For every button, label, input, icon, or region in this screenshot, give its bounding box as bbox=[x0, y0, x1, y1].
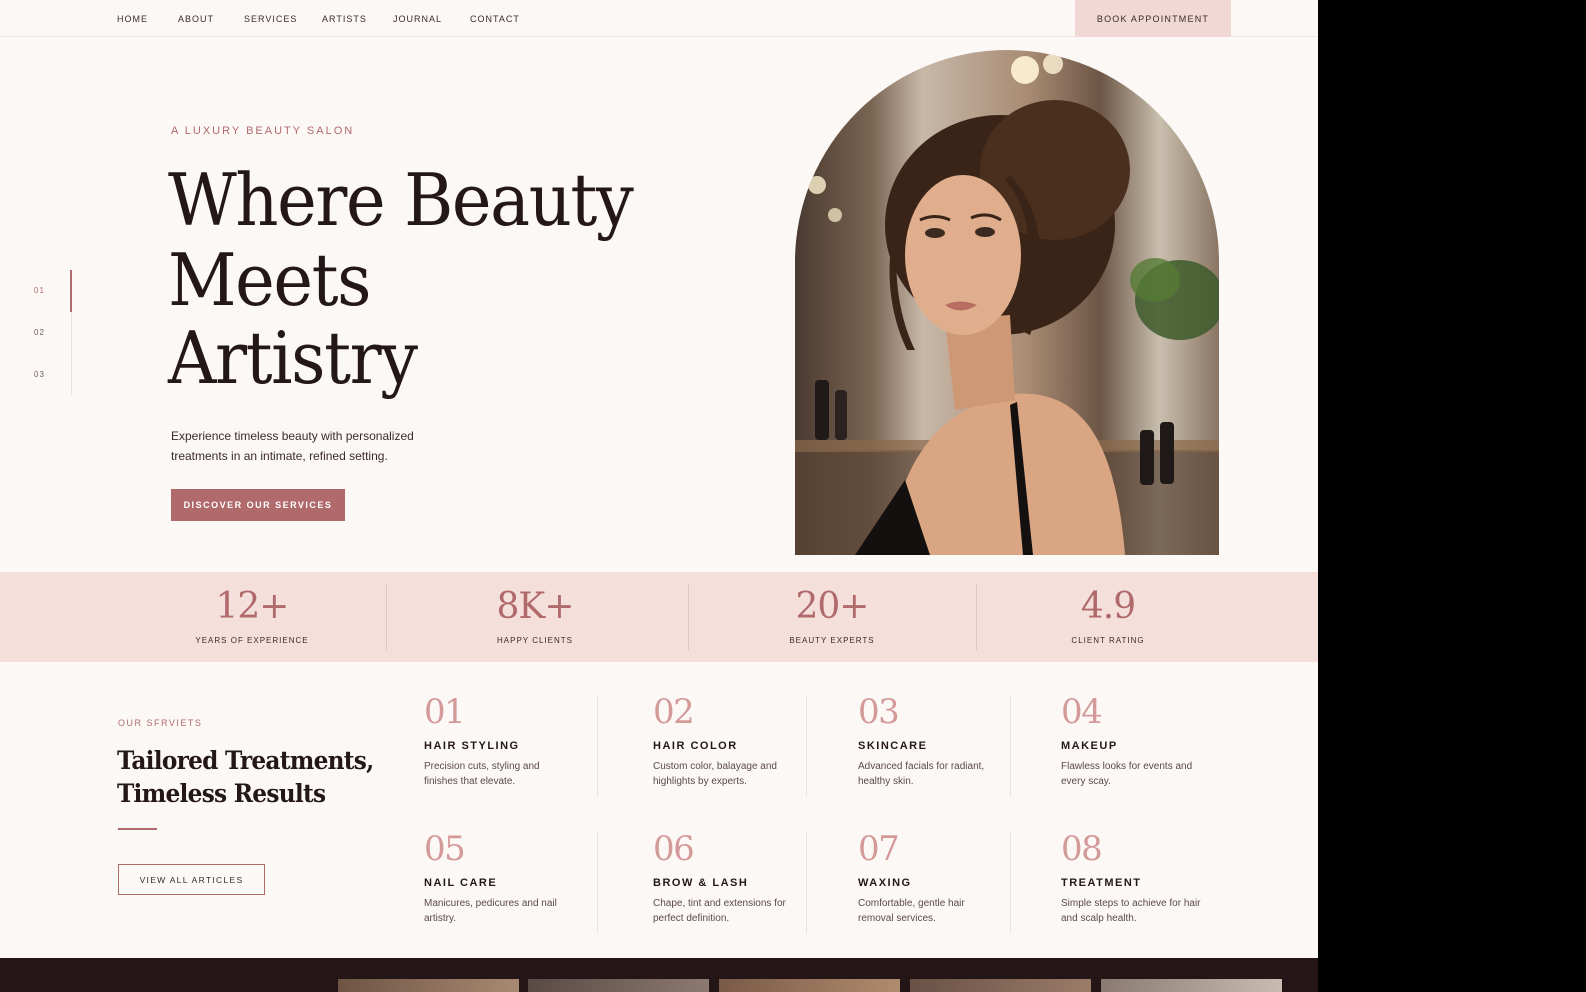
hero-title-line-3: Artistry bbox=[168, 316, 418, 400]
hero-title-line-2: Meets bbox=[168, 238, 372, 322]
service-description: Advanced facials for radiant, healthy sk… bbox=[858, 761, 985, 787]
hero-portrait-image bbox=[795, 50, 1219, 555]
service-number: 05 bbox=[424, 829, 466, 869]
service-treatment[interactable]: 08 TREATMENT Simple steps to achieve for… bbox=[1061, 829, 1241, 939]
hero-subtitle-line-1: Experience timeless beauty with personal… bbox=[171, 429, 414, 443]
slide-indicator-3[interactable]: 03 bbox=[34, 370, 45, 379]
gallery-thumbnail[interactable] bbox=[910, 979, 1091, 992]
gallery-thumbnail[interactable] bbox=[719, 979, 900, 992]
stat-divider bbox=[688, 584, 689, 650]
services-eyebrow: OUR SFRVIETS bbox=[118, 718, 203, 728]
stat-label: HAPPY CLIENTS bbox=[497, 636, 573, 645]
stat-divider bbox=[976, 584, 977, 650]
service-waxing[interactable]: 07 WAXING Comfortable, gentle hair remov… bbox=[858, 829, 1038, 939]
service-number: 03 bbox=[858, 692, 900, 732]
nav-link-services[interactable]: SERVICES bbox=[244, 14, 297, 24]
nav-link-artists[interactable]: ARTISTS bbox=[322, 14, 367, 24]
stat-rating: 4.9 CLIENT RATING bbox=[1008, 572, 1208, 662]
service-description: Simple steps to achieve for hair and sca… bbox=[1061, 898, 1201, 924]
service-description: Chape, tint and extensions for perfect d… bbox=[653, 898, 786, 924]
service-number: 06 bbox=[653, 829, 695, 869]
service-number: 01 bbox=[424, 692, 466, 732]
stat-label: CLIENT RATING bbox=[1071, 636, 1145, 645]
service-hair-styling[interactable]: 01 HAIR STYLING Precision cuts, styling … bbox=[424, 692, 604, 802]
service-divider bbox=[1010, 695, 1011, 797]
service-divider bbox=[597, 695, 598, 797]
nav-link-about[interactable]: ABOUT bbox=[178, 14, 214, 24]
service-number: 04 bbox=[1061, 692, 1103, 732]
service-description: Custom color, balayage and highlights by… bbox=[653, 761, 777, 787]
service-description: Manicures, pedicures and nail artistry. bbox=[424, 898, 557, 924]
service-name: MAKEUP bbox=[1061, 740, 1118, 752]
stat-experts: 20+ BEAUTY EXPERTS bbox=[732, 572, 932, 662]
stat-value: 20+ bbox=[795, 586, 870, 627]
service-divider bbox=[597, 832, 598, 934]
service-description: Comfortable, gentle hair removal service… bbox=[858, 898, 965, 924]
stat-label: YEARS OF EXPERIENCE bbox=[195, 636, 309, 645]
service-number: 02 bbox=[653, 692, 695, 732]
nav-link-home[interactable]: HOME bbox=[117, 14, 148, 24]
service-makeup[interactable]: 04 MAKEUP Flawless looks for events and … bbox=[1061, 692, 1241, 802]
nav-link-contact[interactable]: CONTACT bbox=[470, 14, 520, 24]
stat-value: 4.9 bbox=[1080, 586, 1136, 627]
service-name: HAIR STYLING bbox=[424, 740, 520, 752]
gallery-thumbnail[interactable] bbox=[338, 979, 519, 992]
stat-divider bbox=[386, 584, 387, 650]
stat-clients: 8K+ HAPPY CLIENTS bbox=[435, 572, 635, 662]
service-name: TREATMENT bbox=[1061, 877, 1142, 889]
services-title-line-2: Timeless Results bbox=[117, 779, 326, 808]
slide-indicator-2[interactable]: 02 bbox=[34, 328, 45, 337]
service-nail-care[interactable]: 05 NAIL CARE Manicures, pedicures and na… bbox=[424, 829, 604, 939]
hero-subtitle-line-2: treatments in an intimate, refined setti… bbox=[171, 449, 388, 463]
service-number: 08 bbox=[1061, 829, 1103, 869]
view-all-articles-button[interactable]: VIEW ALL ARTICLES bbox=[118, 864, 265, 895]
stat-value: 12+ bbox=[215, 586, 290, 627]
stat-label: BEAUTY EXPERTS bbox=[789, 636, 875, 645]
stats-band: 12+ YEARS OF EXPERIENCE 8K+ HAPPY CLIENT… bbox=[0, 572, 1318, 662]
gallery-thumbnail[interactable] bbox=[1101, 979, 1282, 992]
slide-active-bar bbox=[70, 270, 72, 312]
service-name: NAIL CARE bbox=[424, 877, 498, 889]
stat-years: 12+ YEARS OF EXPERIENCE bbox=[152, 572, 352, 662]
nav-link-journal[interactable]: JOURNAL bbox=[393, 14, 442, 24]
service-divider bbox=[806, 695, 807, 797]
service-description: Precision cuts, styling and finishes tha… bbox=[424, 761, 540, 787]
service-number: 07 bbox=[858, 829, 900, 869]
gallery-thumbnail[interactable] bbox=[528, 979, 709, 992]
discover-services-button[interactable]: DISCOVER OUR SERVICES bbox=[171, 489, 345, 521]
service-skincare[interactable]: 03 SKINCARE Advanced facials for radiant… bbox=[858, 692, 1038, 802]
services-title-line-1: Tailored Treatments, bbox=[117, 746, 374, 775]
stat-value: 8K+ bbox=[496, 586, 575, 627]
service-name: BROW & LASH bbox=[653, 877, 749, 889]
service-divider bbox=[806, 832, 807, 934]
service-description: Flawless looks for events and every scay… bbox=[1061, 761, 1193, 787]
services-rule bbox=[118, 828, 157, 830]
service-name: WAXING bbox=[858, 877, 912, 889]
book-appointment-button[interactable]: BOOK APPOINTMENT bbox=[1075, 0, 1231, 37]
slide-indicator-1[interactable]: 01 bbox=[34, 286, 45, 295]
page: HOME ABOUT SERVICES ARTISTS JOURNAL CONT… bbox=[0, 0, 1318, 992]
hero-eyebrow: A LUXURY BEAUTY SALON bbox=[171, 125, 355, 137]
top-nav: HOME ABOUT SERVICES ARTISTS JOURNAL CONT… bbox=[0, 0, 1318, 37]
service-name: SKINCARE bbox=[858, 740, 928, 752]
service-name: HAIR COLOR bbox=[653, 740, 738, 752]
service-divider bbox=[1010, 832, 1011, 934]
hero-title-line-1: Where Beauty bbox=[168, 158, 634, 242]
